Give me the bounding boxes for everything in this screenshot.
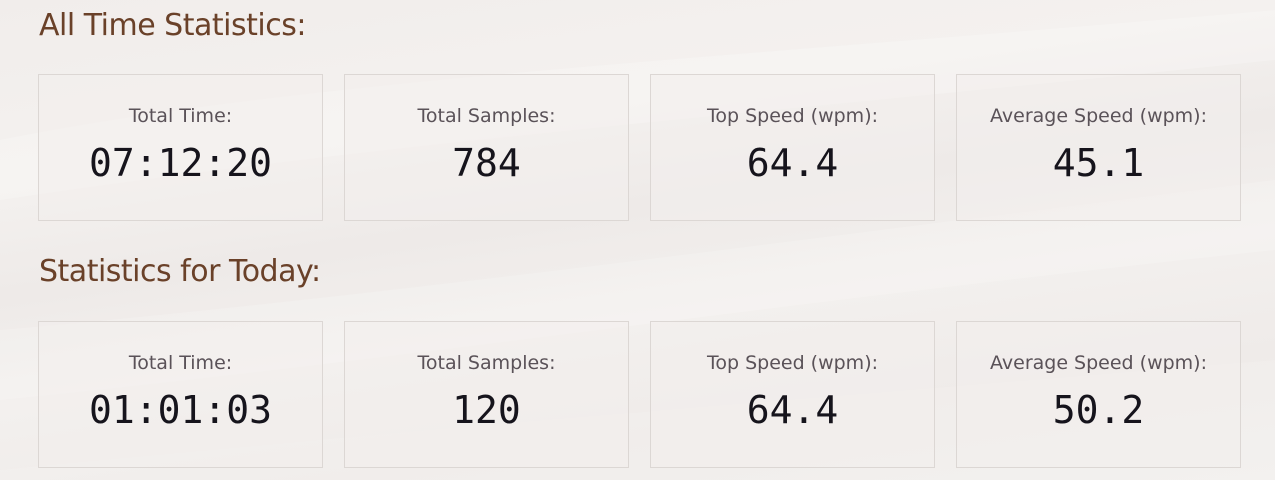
section-title-today: Statistics for Today: [39,254,321,289]
stat-card-total-samples: Total Samples: 120 [344,321,629,468]
stat-value: 784 [452,141,521,185]
stat-label: Top Speed (wpm): [706,352,879,374]
section-title-all-time: All Time Statistics: [39,8,306,43]
stat-card-total-samples: Total Samples: 784 [344,74,629,221]
stat-value: 64.4 [746,388,839,432]
stat-card-total-time: Total Time: 07:12:20 [38,74,323,221]
stat-label: Average Speed (wpm): [990,105,1207,127]
stat-value: 120 [452,388,521,432]
stats-row-today: Total Time: 01:01:03 Total Samples: 120 … [38,321,1241,468]
stat-value: 50.2 [1052,388,1145,432]
stat-label: Top Speed (wpm): [706,105,879,127]
stat-label: Total Time: [128,352,233,374]
stat-value: 45.1 [1052,141,1145,185]
stat-card-average-speed: Average Speed (wpm): 45.1 [956,74,1241,221]
stats-row-all-time: Total Time: 07:12:20 Total Samples: 784 … [38,74,1241,221]
stat-card-average-speed: Average Speed (wpm): 50.2 [956,321,1241,468]
stat-value: 07:12:20 [88,141,273,185]
stat-value: 64.4 [746,141,839,185]
stat-label: Total Samples: [417,352,556,374]
stat-card-total-time: Total Time: 01:01:03 [38,321,323,468]
stat-card-top-speed: Top Speed (wpm): 64.4 [650,74,935,221]
stat-label: Average Speed (wpm): [990,352,1207,374]
stat-value: 01:01:03 [88,388,273,432]
stat-card-top-speed: Top Speed (wpm): 64.4 [650,321,935,468]
stat-label: Total Time: [128,105,233,127]
stat-label: Total Samples: [417,105,556,127]
